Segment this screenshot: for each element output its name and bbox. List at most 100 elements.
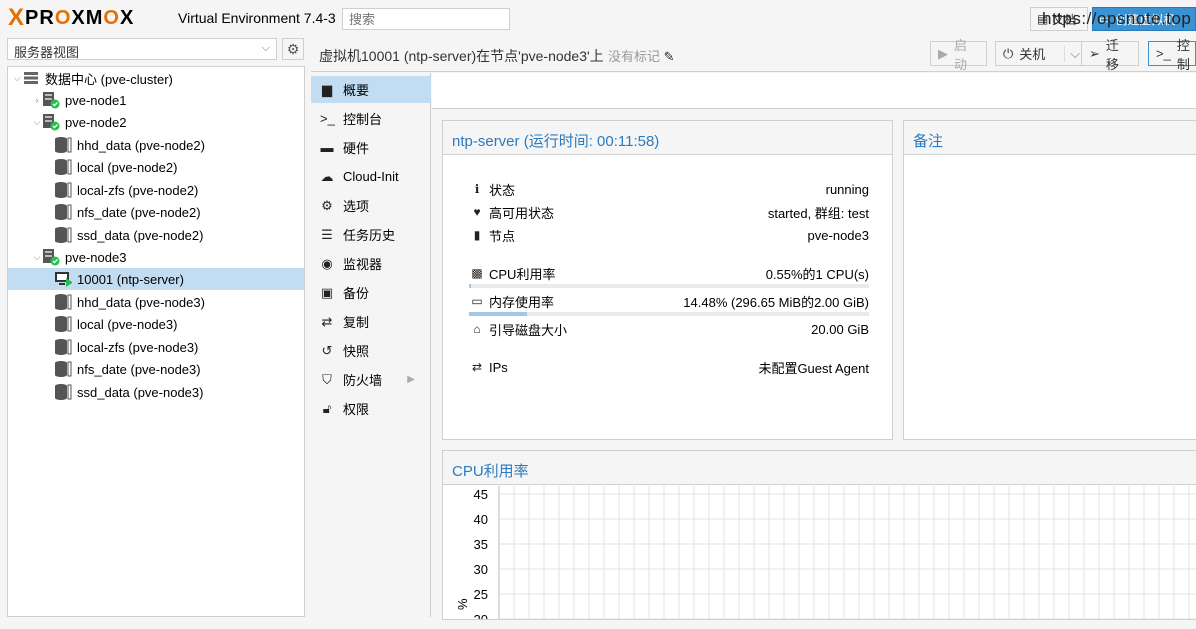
nav-backup[interactable]: ▣ 备份 xyxy=(311,279,431,306)
storage-icon xyxy=(54,383,72,401)
storage-icon xyxy=(54,315,72,333)
tree-item-storage[interactable]: local-zfs (pve-node2) xyxy=(8,179,304,201)
migrate-button[interactable]: ➢ 迁移 xyxy=(1081,38,1139,72)
page-title: 虚拟机10001 (ntp-server)在节点'pve-node3'上 xyxy=(319,48,604,64)
gear-icon: ⚙ xyxy=(286,40,300,57)
storage-icon xyxy=(54,158,72,176)
y-tick-label: 40 xyxy=(474,512,488,527)
heartbeat-icon: ♥ xyxy=(473,205,481,219)
toolbar-strip xyxy=(432,73,1196,109)
boot-disk-row: ⌂ 引导磁盘大小 20.00 GiB xyxy=(469,320,869,338)
cpu-chart-title: CPU利用率 xyxy=(443,451,1196,485)
list-icon: ☰ xyxy=(321,226,333,242)
cloud-icon: ☁ xyxy=(320,168,334,184)
tags-editor[interactable]: 没有标记 ✎ xyxy=(608,46,675,65)
status-row: ℹ 状态 running xyxy=(469,180,869,198)
start-button[interactable]: ▶ 启动 xyxy=(930,38,987,72)
memory-icon: ▭ xyxy=(471,294,483,308)
cpu-chart-svg: 45 40 35 30 25 20% xyxy=(455,486,1196,627)
tree-item-storage[interactable]: local (pve-node2) xyxy=(8,156,304,178)
nav-permissions[interactable]: 🔓︎ 权限 xyxy=(311,395,431,422)
tree-item-node[interactable]: ⌵ pve-node2 xyxy=(8,111,304,133)
tree-item-node[interactable]: ⌵ pve-node3 xyxy=(8,246,304,268)
status-panel-title: ntp-server (运行时间: 00:11:58) xyxy=(443,121,892,155)
notes-panel-title: 备注 xyxy=(904,121,1196,155)
chevron-down-icon[interactable]: ⌵ xyxy=(1064,45,1080,62)
cpu-chart-panel: CPU利用率 45 40 35 30 25 20% xyxy=(442,450,1196,627)
ha-status-row: ♥ 高可用状态 started, 群组: test xyxy=(469,203,869,221)
gear-icon: ⚙ xyxy=(321,197,333,213)
storage-icon xyxy=(54,338,72,356)
desktop-icon: ▬ xyxy=(320,140,334,155)
node-row: ▮ 节点 pve-node3 xyxy=(469,226,869,244)
tree-item-storage[interactable]: ssd_data (pve-node3) xyxy=(8,381,304,403)
console-button[interactable]: >_ 控制 xyxy=(1148,38,1196,72)
tree-item-datacenter[interactable]: ⌵ 数据中心 (pve-cluster) xyxy=(8,67,304,89)
collapse-icon[interactable]: ⌵ xyxy=(32,252,42,263)
play-icon: ▶ xyxy=(938,45,948,61)
storage-icon xyxy=(54,360,72,378)
unlock-icon: 🔓︎ xyxy=(322,400,332,416)
version-label: Virtual Environment 7.4-3 xyxy=(178,10,336,26)
tree-item-storage[interactable]: hhd_data (pve-node2) xyxy=(8,134,304,156)
book-icon: ▆ xyxy=(322,81,332,97)
notes-panel[interactable]: 备注 xyxy=(903,120,1196,440)
cpu-icon: ▩ xyxy=(471,266,483,280)
tree-item-vm[interactable]: 10001 (ntp-server) xyxy=(8,268,304,290)
cpu-usage-row: ▩ CPU利用率 0.55%的1 CPU(s) xyxy=(469,264,869,282)
tree-settings-button[interactable]: ⚙ xyxy=(282,38,304,60)
logo-x: X xyxy=(8,4,25,31)
y-tick-label: 35 xyxy=(474,537,488,552)
terminal-icon: >_ xyxy=(1156,46,1171,61)
paper-plane-icon: ➢ xyxy=(1089,45,1100,61)
nav-replication[interactable]: ⇄ 复制 xyxy=(311,308,431,335)
nav-firewall[interactable]: ⛉ 防火墙 ▶ xyxy=(311,366,431,393)
tree-item-storage[interactable]: ssd_data (pve-node2) xyxy=(8,224,304,246)
nav-monitor[interactable]: ◉ 监视器 xyxy=(311,250,431,277)
search-input[interactable] xyxy=(342,8,510,30)
shutdown-button[interactable]: ⏻ 关机 ⌵ xyxy=(995,41,1086,66)
info-icon: ℹ xyxy=(474,182,480,196)
storage-icon xyxy=(54,136,72,154)
proxmox-logo[interactable]: X PROXMOX xyxy=(8,6,134,30)
pencil-icon[interactable]: ✎ xyxy=(664,49,675,64)
nav-cloud-init[interactable]: ☁ Cloud-Init xyxy=(311,163,431,190)
y-tick-label: 25 xyxy=(474,587,488,602)
y-tick-label: 30 xyxy=(474,562,488,577)
y-tick-label: 45 xyxy=(474,487,488,502)
nav-console[interactable]: >_ 控制台 xyxy=(311,105,431,132)
tree-item-storage[interactable]: local (pve-node3) xyxy=(8,313,304,335)
terminal-icon: >_ xyxy=(320,111,335,126)
tree-item-storage[interactable]: local-zfs (pve-node3) xyxy=(8,336,304,358)
node-online-icon xyxy=(42,248,60,266)
nav-summary[interactable]: ▆ 概要 xyxy=(311,76,431,103)
tree-item-storage[interactable]: hhd_data (pve-node3) xyxy=(8,291,304,313)
nav-hardware[interactable]: ▬ 硬件 xyxy=(311,134,431,161)
chevron-down-icon: ⌵ xyxy=(261,42,270,54)
tree-item-storage[interactable]: nfs_date (pve-node2) xyxy=(8,201,304,223)
tree-item-storage[interactable]: nfs_date (pve-node3) xyxy=(8,358,304,380)
server-view-select[interactable]: 服务器视图 ⌵ xyxy=(7,38,277,60)
datacenter-icon xyxy=(22,69,40,87)
hdd-icon: ⌂ xyxy=(473,322,481,336)
collapse-icon[interactable]: ⌵ xyxy=(32,117,42,128)
retweet-icon: ⇄ xyxy=(321,313,333,329)
expand-icon[interactable]: › xyxy=(32,95,42,105)
collapse-icon[interactable]: ⌵ xyxy=(12,73,22,84)
y-axis-label: % xyxy=(455,598,470,610)
floppy-icon: ▣ xyxy=(320,284,334,300)
cpu-chart: 45 40 35 30 25 20% xyxy=(443,486,1196,627)
vm-nav-menu: ▆ 概要 >_ 控制台 ▬ 硬件 ☁ Cloud-Init ⚙ 选项 ☰ 任务历史 ◉ 监视器… xyxy=(311,73,431,617)
history-icon: ↺ xyxy=(321,342,333,358)
storage-icon xyxy=(54,226,72,244)
watermark: https://opsnote.top xyxy=(1042,9,1192,28)
shield-icon: ⛉ xyxy=(322,371,332,387)
content-header: 虚拟机10001 (ntp-server)在节点'pve-node3'上 没有标… xyxy=(311,36,1196,72)
chevron-right-icon: ▶ xyxy=(407,374,415,385)
tree-item-node[interactable]: › pve-node1 xyxy=(8,89,304,111)
resource-tree: ⌵ 数据中心 (pve-cluster) › pve-node1 ⌵ pve-n… xyxy=(7,66,305,617)
nav-task-history[interactable]: ☰ 任务历史 xyxy=(311,221,431,248)
nav-options[interactable]: ⚙ 选项 xyxy=(311,192,431,219)
nav-snapshots[interactable]: ↺ 快照 xyxy=(311,337,431,364)
vm-running-icon xyxy=(54,270,72,288)
